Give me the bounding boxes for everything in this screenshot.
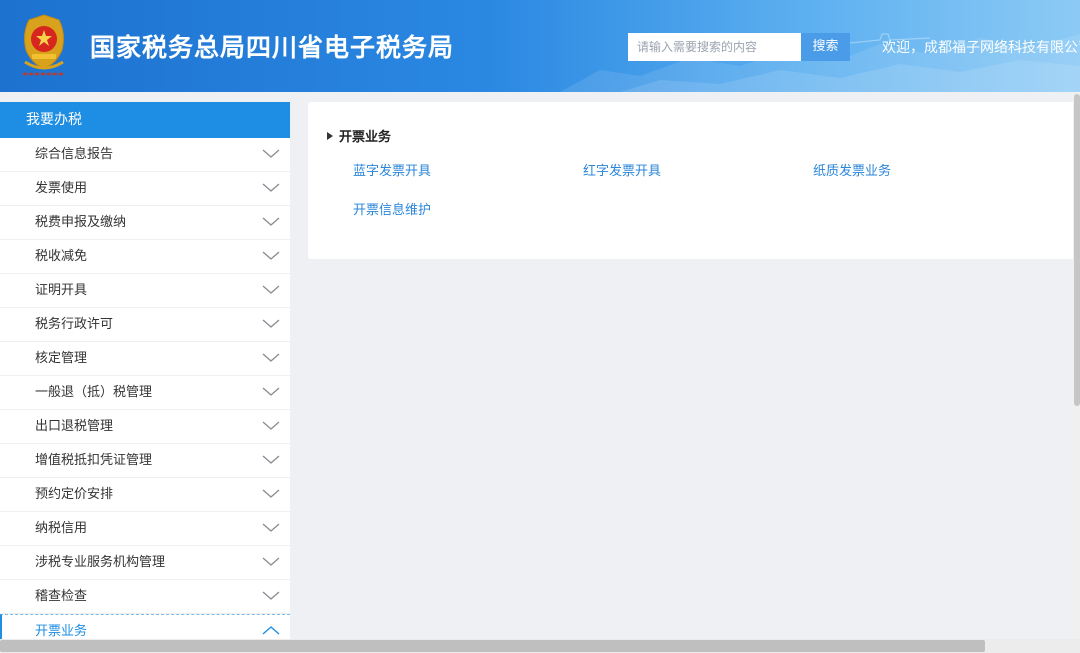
sidebar-item-label: 增值税抵扣凭证管理 — [35, 453, 153, 468]
sidebar-item[interactable]: 预约定价安排 — [0, 478, 290, 512]
chevron-up-icon[interactable] — [262, 624, 280, 636]
sidebar-item-label: 预约定价安排 — [35, 487, 114, 502]
sidebar-item-label: 稽查检查 — [35, 589, 88, 604]
chevron-down-icon[interactable] — [262, 249, 280, 261]
sidebar-item-label: 综合信息报告 — [35, 147, 114, 162]
site-header: 国家税务总局四川省电子税务局 搜索 欢迎，成都福子网络科技有限公司 — [0, 0, 1080, 92]
chevron-down-icon[interactable] — [262, 453, 280, 465]
sidebar-item-label: 核定管理 — [35, 351, 88, 366]
sidebar-item[interactable]: 核定管理 — [0, 342, 290, 376]
search-input[interactable] — [628, 33, 801, 61]
sidebar-item-label: 一般退（抵）税管理 — [35, 385, 153, 400]
chevron-down-icon[interactable] — [262, 147, 280, 159]
link-blue-invoice[interactable]: 蓝字发票开具 — [353, 160, 431, 179]
sidebar-item[interactable]: 出口退税管理 — [0, 410, 290, 444]
welcome-text: 欢迎，成都福子网络科技有限公司 — [882, 40, 1080, 56]
sidebar-menu: 综合信息报告 发票使用税费申报及缴纳 税收减免证明开具税务行政许可 核定管理一般退（抵… — [0, 138, 290, 648]
sidebar-item[interactable]: 涉税专业服务机构管理 — [0, 546, 290, 580]
search-button[interactable]: 搜索 — [801, 33, 850, 61]
sidebar-item[interactable]: 税费申报及缴纳 — [0, 206, 290, 240]
chevron-down-icon[interactable] — [262, 283, 280, 295]
chevron-down-icon[interactable] — [262, 487, 280, 499]
chevron-down-icon[interactable] — [262, 521, 280, 533]
sidebar-item-label: 税收减免 — [35, 249, 88, 264]
section-title: 开票业务 — [327, 126, 391, 145]
chevron-down-icon[interactable] — [262, 317, 280, 329]
sidebar-item[interactable]: 综合信息报告 — [0, 138, 290, 172]
link-red-invoice[interactable]: 红字发票开具 — [583, 160, 661, 179]
horizontal-scrollbar-thumb[interactable] — [0, 640, 985, 652]
chevron-down-icon[interactable] — [262, 589, 280, 601]
sidebar-item-label: 出口退税管理 — [35, 419, 114, 434]
chevron-down-icon[interactable] — [262, 419, 280, 431]
chevron-down-icon[interactable] — [262, 351, 280, 363]
sidebar-item[interactable]: 税收减免 — [0, 240, 290, 274]
sidebar-item[interactable]: 发票使用 — [0, 172, 290, 206]
sidebar-item-label: 税务行政许可 — [35, 317, 114, 332]
link-invoice-info-maintenance[interactable]: 开票信息维护 — [353, 199, 431, 218]
sidebar-header[interactable]: 我要办税 — [0, 102, 290, 138]
sidebar-item-label: 税费申报及缴纳 — [35, 215, 127, 230]
chevron-down-icon[interactable] — [262, 181, 280, 193]
tax-emblem-logo — [23, 14, 65, 76]
sidebar-item[interactable]: 纳税信用 — [0, 512, 290, 546]
sidebar-item[interactable]: 一般退（抵）税管理 — [0, 376, 290, 410]
section-title-label: 开票业务 — [339, 130, 392, 145]
content-panel: 开票业务 蓝字发票开具 红字发票开具 纸质发票业务 开票信息维护 — [308, 102, 1080, 259]
sidebar-item-label: 涉税专业服务机构管理 — [35, 555, 166, 570]
chevron-down-icon[interactable] — [262, 215, 280, 227]
triangle-right-icon — [327, 132, 333, 140]
sidebar-item[interactable]: 税务行政许可 — [0, 308, 290, 342]
sidebar-item-label: 纳税信用 — [35, 521, 88, 536]
sidebar-item-label: 证明开具 — [35, 283, 88, 298]
chevron-down-icon[interactable] — [262, 385, 280, 397]
sidebar-item[interactable]: 证明开具 — [0, 274, 290, 308]
sidebar-item[interactable]: 稽查检查 — [0, 580, 290, 614]
sidebar-item-label: 开票业务 — [35, 624, 88, 639]
link-paper-invoice[interactable]: 纸质发票业务 — [813, 160, 891, 179]
vertical-scrollbar-thumb[interactable] — [1074, 94, 1080, 406]
site-title: 国家税务总局四川省电子税务局 — [90, 33, 455, 62]
chevron-down-icon[interactable] — [262, 555, 280, 567]
sidebar-item-label: 发票使用 — [35, 181, 88, 196]
sidebar: 我要办税 综合信息报告 发票使用税费申报及缴纳 税收减免证明开具税务行政许可 核定管理… — [0, 102, 290, 653]
sidebar-item[interactable]: 增值税抵扣凭证管理 — [0, 444, 290, 478]
